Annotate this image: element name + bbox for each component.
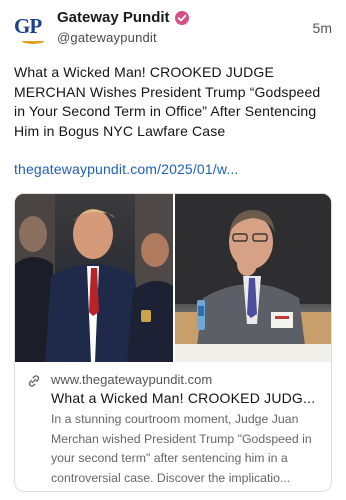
link-preview-card[interactable]: www.thegatewaypundit.com What a Wicked M… (14, 193, 332, 492)
link-icon (27, 374, 41, 388)
card-photo-right (175, 194, 331, 362)
verified-badge-icon (175, 11, 189, 25)
post[interactable]: GP Gateway Pundit @gatewaypundit 5m What… (0, 0, 346, 500)
timestamp: 5m (312, 20, 332, 36)
card-description: In a stunning courtroom moment, Judge Ju… (51, 412, 312, 485)
card-meta[interactable]: www.thegatewaypundit.com What a Wicked M… (15, 362, 331, 491)
card-domain: www.thegatewaypundit.com (51, 372, 213, 387)
post-text: What a Wicked Man! CROOKED JUDGE MERCHAN… (14, 64, 321, 139)
handle[interactable]: @gatewaypundit (57, 30, 157, 45)
avatar-logo: GP (14, 14, 42, 38)
card-title[interactable]: What a Wicked Man! CROOKED JUDG... (51, 390, 323, 406)
display-name[interactable]: Gateway Pundit (57, 9, 170, 26)
post-link[interactable]: thegatewaypundit.com/2025/01/w... (14, 161, 238, 177)
avatar[interactable]: GP (14, 12, 48, 46)
card-image (15, 194, 331, 362)
card-photo-left (15, 194, 173, 362)
avatar-swoosh (22, 38, 44, 44)
